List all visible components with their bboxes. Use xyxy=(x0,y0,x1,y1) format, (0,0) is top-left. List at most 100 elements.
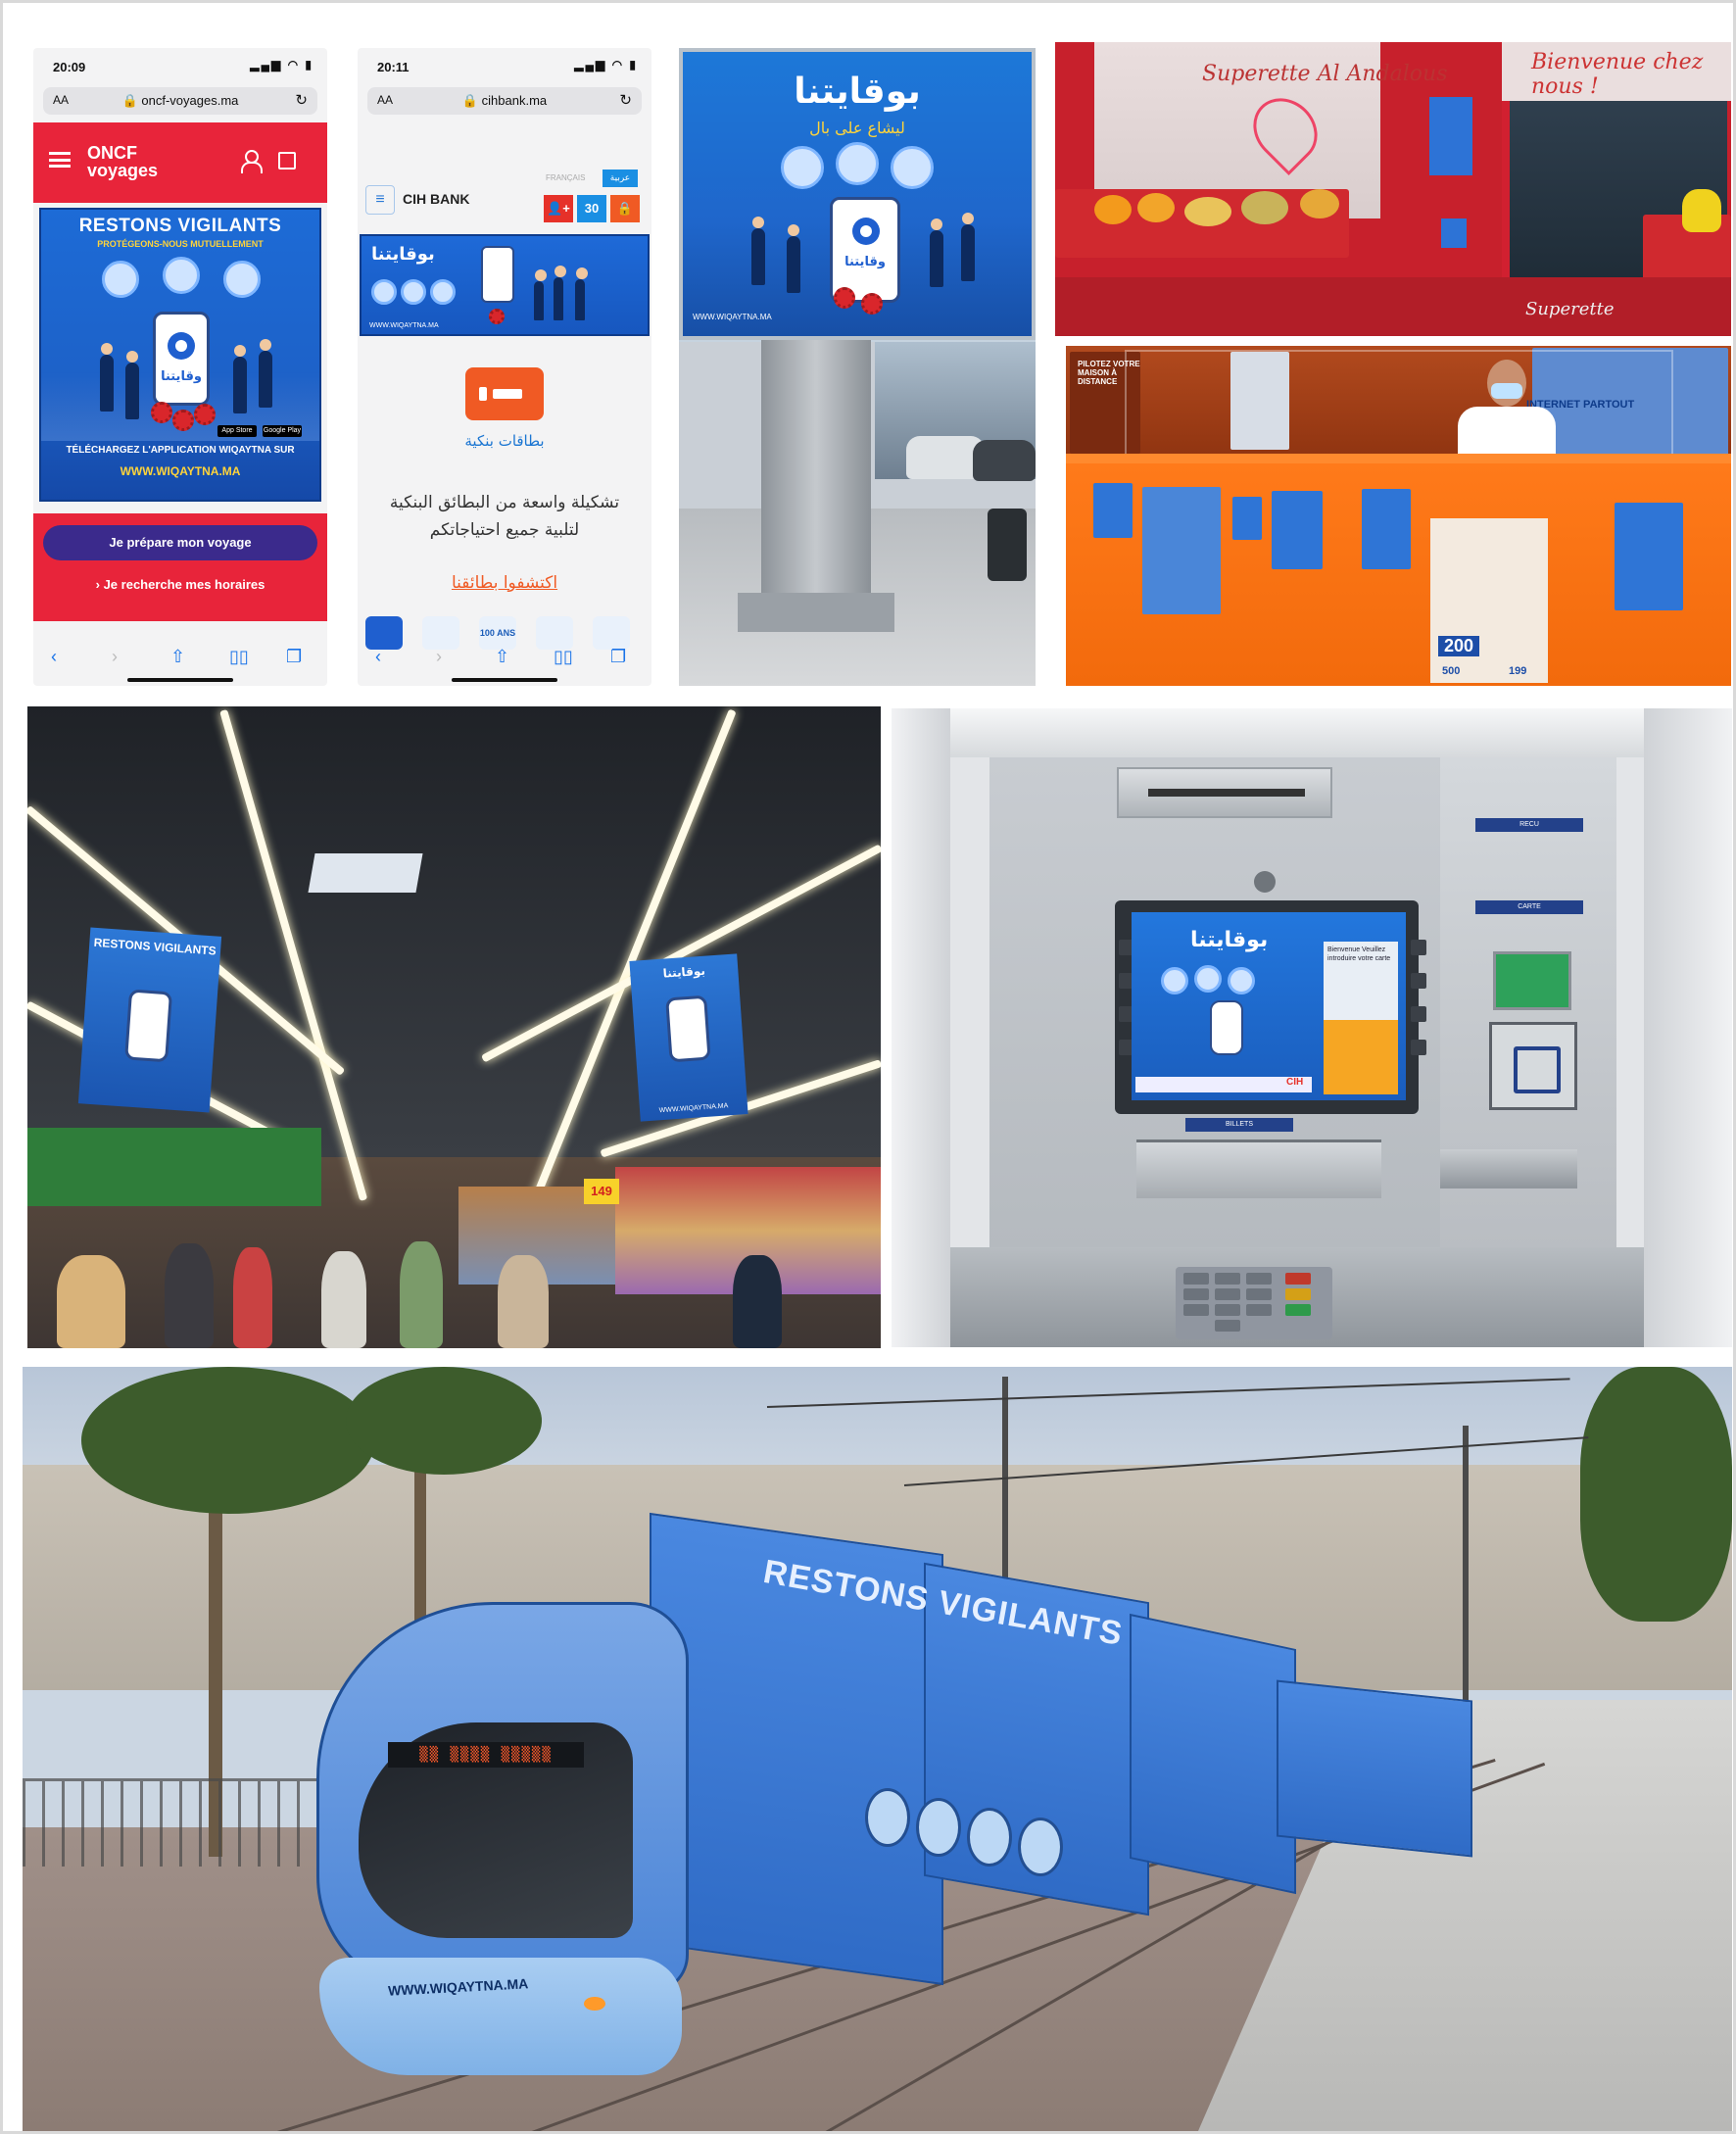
tabs-icon[interactable]: ❐ xyxy=(610,647,626,667)
shopper xyxy=(733,1255,782,1348)
forward-icon[interactable]: › xyxy=(436,647,442,667)
share-icon[interactable]: ⇧ xyxy=(170,647,185,667)
app-logo-icon xyxy=(852,218,880,245)
url-bar[interactable]: AA 🔒 oncf-voyages.ma ↻ xyxy=(43,87,317,115)
browser-toolbar: ‹ › ⇧ ▯▯ ❐ xyxy=(358,643,651,672)
tram-photo: RESTONS VIGILANTS ▒▒ ▒▒▒▒ ▒▒▒▒▒ WWW.WIQA… xyxy=(23,1367,1732,2131)
lock-icon[interactable]: 🔒 xyxy=(610,195,640,222)
google-play-badge[interactable]: Google Play xyxy=(263,425,302,437)
cih-header: FRANÇAIS عربية ≡ CIH BANK 👤+ 30 🔒 xyxy=(358,48,651,228)
download-text: TÉLÉCHARGEZ L'APPLICATION WIQAYTNA SUR xyxy=(66,445,295,456)
back-icon[interactable]: ‹ xyxy=(51,647,57,667)
back-icon[interactable]: ‹ xyxy=(375,647,381,667)
mangoes xyxy=(1300,189,1339,218)
camera-lens xyxy=(1254,871,1276,893)
wiqaytna-poster xyxy=(1429,97,1472,175)
url-text: 🔒 oncf-voyages.ma xyxy=(121,93,239,108)
person-illustration xyxy=(125,351,139,419)
receipt-printer xyxy=(1489,1022,1577,1110)
app-store-badge[interactable]: App Store xyxy=(217,425,257,437)
face-illustration xyxy=(865,1788,910,1847)
bookmarks-icon[interactable]: ▯▯ xyxy=(554,647,573,667)
fence xyxy=(23,1778,346,1867)
oncf-logo[interactable]: ONCF voyages xyxy=(87,144,158,179)
key xyxy=(1183,1288,1209,1300)
side-button xyxy=(1411,940,1426,955)
wiqaytna-banner[interactable]: بوقايتنا WWW.WIQAYTNA.MA xyxy=(360,234,650,336)
banner-website[interactable]: WWW.WIQAYTNA.MA xyxy=(369,322,439,329)
browser-toolbar: ‹ › ⇧ ▯▯ ❐ xyxy=(33,643,327,672)
bank-cards-label[interactable]: بطاقات بنكية xyxy=(358,432,651,450)
person-illustration xyxy=(259,339,272,408)
oncf-phone-screenshot: 20:09 ▂▄▆ ◠ ▮ AA 🔒 oncf-voyages.ma ↻ ONC… xyxy=(33,48,327,686)
shop-sign-bottom: Superette xyxy=(1525,299,1615,319)
bubble-icon xyxy=(102,261,139,298)
discover-cards-link[interactable]: اكتشفوا بطائقنا xyxy=(358,573,651,593)
virus-icon xyxy=(861,293,883,315)
tabs-icon[interactable]: ❐ xyxy=(286,647,302,667)
lang-french[interactable]: FRANÇAIS xyxy=(546,170,585,187)
price-200: 200 xyxy=(1438,636,1480,656)
tree xyxy=(1580,1367,1732,1622)
person-illustration xyxy=(575,267,588,320)
person-illustration xyxy=(751,217,765,285)
cih-logo[interactable]: CIH BANK xyxy=(403,191,469,207)
menu-icon[interactable] xyxy=(49,152,71,168)
cart-icon[interactable] xyxy=(278,152,296,170)
bubble-icon xyxy=(401,279,426,305)
plexiglass-shield xyxy=(1125,350,1673,460)
atm-hood xyxy=(950,708,1644,757)
description-line: لتلبية جميع احتياجاتكم xyxy=(429,520,580,540)
prepare-trip-button[interactable]: Je prépare mon voyage xyxy=(43,525,317,560)
banner-title: RESTONS VIGILANTS xyxy=(78,216,282,236)
bills-label: BILLETS xyxy=(1185,1118,1293,1132)
virus-icon xyxy=(194,404,216,425)
side-button xyxy=(1411,1040,1426,1055)
side-button xyxy=(1411,973,1426,989)
person-illustration xyxy=(233,345,247,413)
atm-photo: بوقايتنا Bienvenue Veuillez introduire v… xyxy=(892,708,1732,1347)
keypad xyxy=(1176,1267,1332,1339)
calendar-30-icon[interactable]: 30 xyxy=(577,195,606,222)
counter-poster xyxy=(1093,483,1133,538)
virus-icon xyxy=(172,410,194,431)
hanging-sign: RESTONS VIGILANTS xyxy=(77,927,222,1113)
sign-title: RESTONS VIGILANTS xyxy=(93,935,217,958)
key xyxy=(1215,1320,1240,1332)
parked-car xyxy=(973,440,1036,481)
face-illustration xyxy=(1018,1818,1063,1876)
phone-illustration xyxy=(1210,1000,1243,1055)
person-illustration xyxy=(930,218,943,287)
menu-icon[interactable]: ≡ xyxy=(365,185,395,215)
banner-website[interactable]: WWW.WIQAYTNA.MA xyxy=(41,464,319,478)
welcome-banner: Bienvenue chez nous ! xyxy=(1502,42,1731,101)
bookmarks-icon[interactable]: ▯▯ xyxy=(229,647,249,667)
correct-key xyxy=(1285,1288,1311,1300)
shopper xyxy=(233,1247,272,1348)
bank-card-icon[interactable] xyxy=(465,367,544,420)
forward-icon[interactable]: › xyxy=(112,647,118,667)
add-user-icon[interactable]: 👤+ xyxy=(544,195,573,222)
coin-slot xyxy=(1440,1149,1577,1188)
description-line: تشكيلة واسعة من البطائق البنكية xyxy=(389,493,620,512)
bananas xyxy=(1682,189,1721,232)
shopper xyxy=(165,1243,214,1348)
superette-photo: Superette Al Andalous Bienvenue chez nou… xyxy=(1055,42,1731,336)
counter-poster xyxy=(1272,491,1323,569)
tram-car xyxy=(1277,1679,1472,1858)
lang-arabic[interactable]: عربية xyxy=(603,170,638,187)
user-icon[interactable] xyxy=(241,150,263,173)
home-indicator xyxy=(127,678,233,682)
price-199: 199 xyxy=(1509,665,1527,677)
mask-wrap xyxy=(319,1958,682,2075)
person-illustration xyxy=(787,224,800,293)
counter-poster xyxy=(1232,497,1262,540)
wiqaytna-banner[interactable]: RESTONS VIGILANTS PROTÉGEONS-NOUS MUTUEL… xyxy=(39,208,321,502)
cancel-key xyxy=(1285,1273,1311,1285)
sign-title: بوقايتنا xyxy=(662,963,706,981)
key xyxy=(1215,1273,1240,1285)
share-icon[interactable]: ⇧ xyxy=(495,647,509,667)
key xyxy=(1183,1273,1209,1285)
reload-icon[interactable]: ↻ xyxy=(295,91,308,109)
search-schedule-link[interactable]: › Je recherche mes horaires xyxy=(43,570,317,600)
